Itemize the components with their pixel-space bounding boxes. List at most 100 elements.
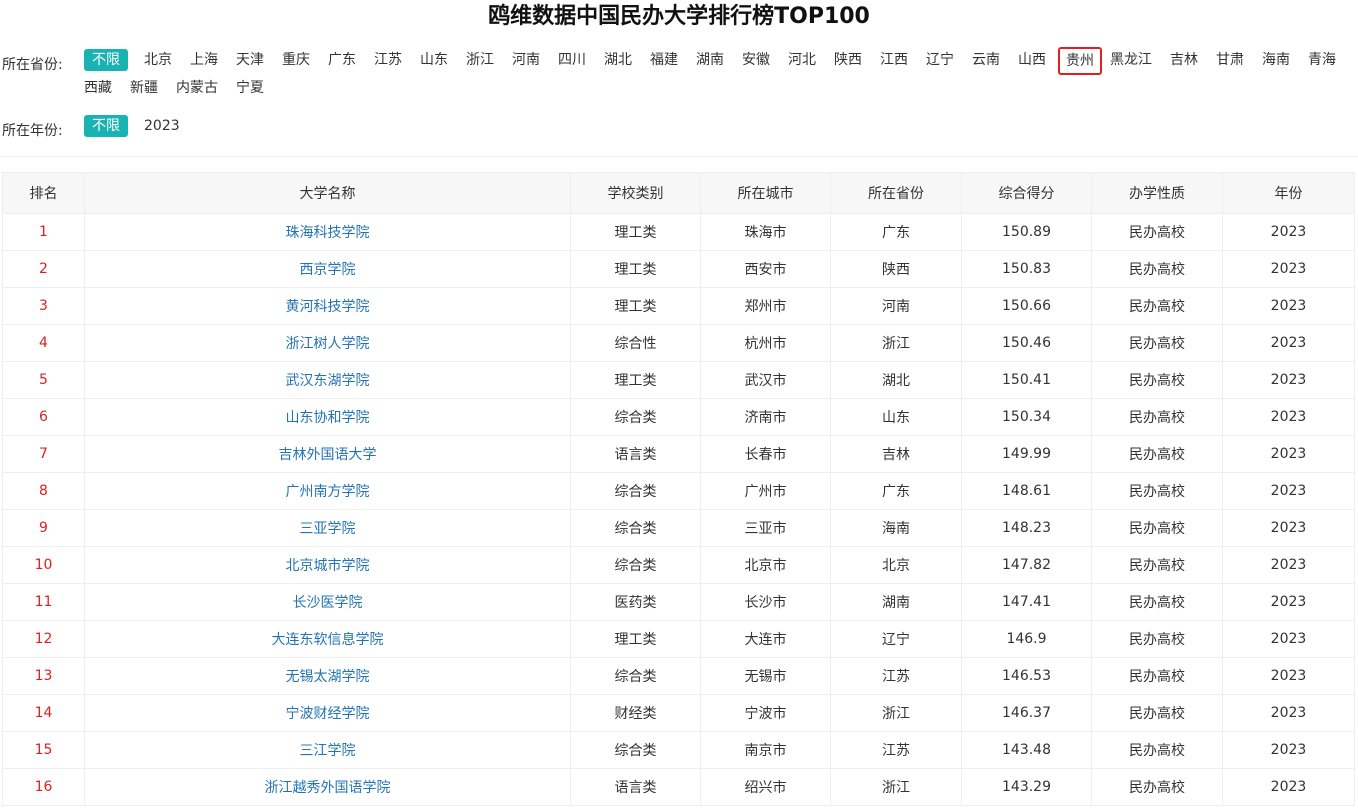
province-option[interactable]: 天津: [236, 49, 264, 71]
nature-cell: 民办高校: [1091, 768, 1223, 806]
university-name-link[interactable]: 长沙医学院: [84, 583, 571, 621]
year-option[interactable]: 2023: [144, 115, 180, 137]
university-name-link[interactable]: 大连东软信息学院: [84, 620, 571, 658]
province-option[interactable]: 吉林: [1170, 49, 1198, 71]
province-cell: 河南: [830, 287, 962, 325]
year-cell: 2023: [1222, 250, 1355, 288]
province-cell: 吉林: [830, 435, 962, 473]
province-option[interactable]: 湖北: [604, 49, 632, 71]
province-option[interactable]: 河南: [512, 49, 540, 71]
province-option[interactable]: 广东: [328, 49, 356, 71]
column-header: 所在省份: [830, 172, 962, 214]
province-cell: 湖南: [830, 583, 962, 621]
province-option[interactable]: 福建: [650, 49, 678, 71]
province-option[interactable]: 北京: [144, 49, 172, 71]
year-cell: 2023: [1222, 435, 1355, 473]
province-option[interactable]: 甘肃: [1216, 49, 1244, 71]
university-name-link[interactable]: 西京学院: [84, 250, 571, 288]
province-option[interactable]: 山东: [420, 49, 448, 71]
university-name-link[interactable]: 珠海科技学院: [84, 213, 571, 251]
province-option[interactable]: 江西: [880, 49, 908, 71]
rank-cell: 2: [2, 250, 85, 288]
province-option[interactable]: 云南: [972, 49, 1000, 71]
province-cell: 陕西: [830, 250, 962, 288]
category-cell: 综合类: [570, 509, 701, 547]
university-name-link[interactable]: 三亚学院: [84, 509, 571, 547]
city-cell: 绍兴市: [700, 768, 831, 806]
score-cell: 143.48: [961, 731, 1092, 769]
year-cell: 2023: [1222, 361, 1355, 399]
province-option[interactable]: 内蒙古: [176, 77, 218, 99]
province-option[interactable]: 贵州: [1058, 47, 1102, 75]
year-cell: 2023: [1222, 657, 1355, 695]
university-name-link[interactable]: 宁波财经学院: [84, 694, 571, 732]
table-row: 7 吉林外国语大学 语言类 长春市 吉林 149.99 民办高校 2023: [2, 435, 1355, 473]
province-option[interactable]: 上海: [190, 49, 218, 71]
province-option[interactable]: 青海: [1308, 49, 1336, 71]
province-option[interactable]: 四川: [558, 49, 586, 71]
rank-cell: 3: [2, 287, 85, 325]
year-option[interactable]: 不限: [84, 115, 128, 137]
column-header: 排名: [2, 172, 85, 214]
university-name-link[interactable]: 吉林外国语大学: [84, 435, 571, 473]
province-option[interactable]: 陕西: [834, 49, 862, 71]
province-option[interactable]: 黑龙江: [1110, 49, 1152, 71]
column-header: 学校类别: [570, 172, 701, 214]
province-cell: 浙江: [830, 768, 962, 806]
province-option[interactable]: 河北: [788, 49, 816, 71]
city-cell: 杭州市: [700, 324, 831, 362]
province-cell: 浙江: [830, 324, 962, 362]
rank-cell: 8: [2, 472, 85, 510]
category-cell: 理工类: [570, 213, 701, 251]
score-cell: 147.82: [961, 546, 1092, 584]
category-cell: 理工类: [570, 620, 701, 658]
province-option[interactable]: 宁夏: [236, 77, 264, 99]
nature-cell: 民办高校: [1091, 583, 1223, 621]
score-cell: 148.23: [961, 509, 1092, 547]
nature-cell: 民办高校: [1091, 472, 1223, 510]
score-cell: 149.99: [961, 435, 1092, 473]
university-name-link[interactable]: 黄河科技学院: [84, 287, 571, 325]
year-cell: 2023: [1222, 768, 1355, 806]
university-name-link[interactable]: 武汉东湖学院: [84, 361, 571, 399]
table-row: 9 三亚学院 综合类 三亚市 海南 148.23 民办高校 2023: [2, 509, 1355, 547]
province-option[interactable]: 安徽: [742, 49, 770, 71]
province-option[interactable]: 山西: [1018, 49, 1046, 71]
category-cell: 综合类: [570, 472, 701, 510]
province-option[interactable]: 浙江: [466, 49, 494, 71]
province-option[interactable]: 辽宁: [926, 49, 954, 71]
university-name-link[interactable]: 广州南方学院: [84, 472, 571, 510]
university-name-link[interactable]: 北京城市学院: [84, 546, 571, 584]
rank-cell: 5: [2, 361, 85, 399]
province-option[interactable]: 不限: [84, 49, 128, 71]
rank-cell: 14: [2, 694, 85, 732]
province-option[interactable]: 海南: [1262, 49, 1290, 71]
university-name-link[interactable]: 浙江越秀外国语学院: [84, 768, 571, 806]
province-option[interactable]: 重庆: [282, 49, 310, 71]
province-cell: 广东: [830, 213, 962, 251]
province-option[interactable]: 湖南: [696, 49, 724, 71]
university-name-link[interactable]: 三江学院: [84, 731, 571, 769]
score-cell: 143.29: [961, 768, 1092, 806]
table-header-row: 排名 大学名称 学校类别 所在城市 所在省份 综合得分 办学性质 年份: [2, 172, 1355, 214]
province-option[interactable]: 西藏: [84, 77, 112, 99]
year-filter-label: 所在年份:: [2, 123, 63, 139]
category-cell: 理工类: [570, 250, 701, 288]
column-header: 大学名称: [84, 172, 571, 214]
city-cell: 无锡市: [700, 657, 831, 695]
nature-cell: 民办高校: [1091, 509, 1223, 547]
province-option[interactable]: 新疆: [130, 77, 158, 99]
university-name-link[interactable]: 浙江树人学院: [84, 324, 571, 362]
province-cell: 辽宁: [830, 620, 962, 658]
year-cell: 2023: [1222, 620, 1355, 658]
category-cell: 综合类: [570, 657, 701, 695]
nature-cell: 民办高校: [1091, 213, 1223, 251]
table-row: 5 武汉东湖学院 理工类 武汉市 湖北 150.41 民办高校 2023: [2, 361, 1355, 399]
university-name-link[interactable]: 山东协和学院: [84, 398, 571, 436]
rank-cell: 12: [2, 620, 85, 658]
city-cell: 长沙市: [700, 583, 831, 621]
university-name-link[interactable]: 无锡太湖学院: [84, 657, 571, 695]
province-option[interactable]: 江苏: [374, 49, 402, 71]
nature-cell: 民办高校: [1091, 435, 1223, 473]
table-row: 16 浙江越秀外国语学院 语言类 绍兴市 浙江 143.29 民办高校 2023: [2, 768, 1355, 806]
